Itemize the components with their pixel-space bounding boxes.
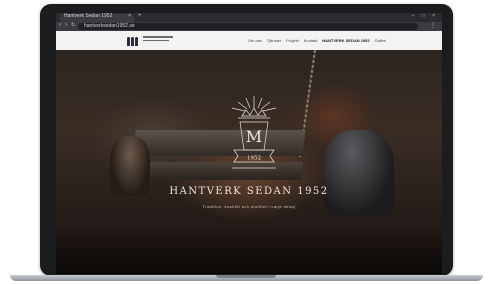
laptop-notch (216, 275, 276, 278)
nav-item-projekt[interactable]: Projekt (286, 38, 298, 43)
window-controls[interactable]: – □ × (412, 13, 439, 19)
tab-title: Hantverk Sedan 1952 (64, 13, 113, 19)
back-icon[interactable]: ‹ (59, 22, 61, 28)
emblem-banner: 1952 (247, 156, 261, 162)
laptop-screen: Hantverk Sedan 1952 × + – □ × ‹ › ↻ hant… (56, 13, 442, 274)
crown-emblem-icon: M 1952 (231, 96, 277, 169)
close-icon[interactable]: × (128, 13, 131, 19)
nav-item-om-oss[interactable]: Om oss (248, 38, 262, 43)
reload-icon[interactable]: ↻ (71, 22, 75, 28)
logo-wordmark[interactable] (143, 36, 173, 43)
nav-item-hantverk[interactable]: HANTVERK SEDAN 1952 (322, 38, 369, 43)
nav-item-galleri[interactable]: Galleri (375, 38, 387, 43)
hero-subtitle: Tradition, kvalitet och stolthet i varje… (202, 204, 296, 209)
browser-tab[interactable]: Hantverk Sedan 1952 × (60, 13, 134, 22)
nav-item-tjanster[interactable]: Tjänster (267, 38, 281, 43)
hero-section: M 1952 HANTVERK SEDAN 1952 Tradition, kv… (56, 50, 442, 274)
url-input[interactable]: hantverksedan1952.se (78, 23, 418, 30)
forward-icon[interactable]: › (65, 22, 67, 28)
plus-icon[interactable]: + (138, 13, 142, 19)
url-text: hantverksedan1952.se (84, 23, 135, 29)
main-nav: Om oss Tjänster Projekt Kontakt HANTVERK… (248, 37, 386, 44)
hero-floor (56, 220, 442, 274)
site-header: Om oss Tjänster Projekt Kontakt HANTVERK… (56, 31, 442, 50)
m-logo-icon[interactable] (127, 34, 141, 46)
address-bar: ‹ › ↻ hantverksedan1952.se ⋮ (56, 22, 442, 31)
menu-icon[interactable]: ⋮ (430, 22, 436, 29)
hero-worker-right (324, 130, 394, 215)
browser-tab-bar: Hantverk Sedan 1952 × + – □ × (56, 13, 442, 22)
emblem-monogram: M (246, 127, 262, 146)
nav-item-kontakt[interactable]: Kontakt (304, 38, 318, 43)
hero-title: HANTVERK SEDAN 1952 (169, 186, 329, 197)
